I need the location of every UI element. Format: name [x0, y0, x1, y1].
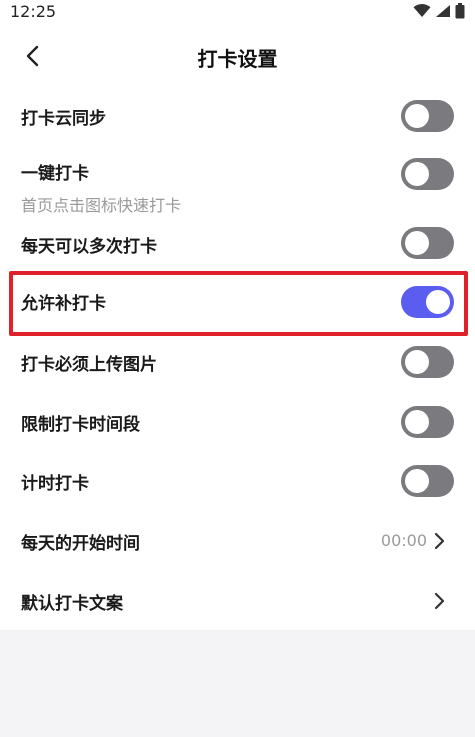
chevron-right-icon — [434, 532, 445, 550]
setting-label: 打卡云同步 — [21, 109, 106, 129]
setting-label: 允许补打卡 — [21, 294, 106, 314]
timed-toggle[interactable] — [401, 465, 454, 497]
start-time-value: 00:00 — [380, 531, 427, 550]
setting-row-one-key: 一键打卡 首页点击图标快速打卡 — [0, 150, 475, 216]
toggle-knob — [405, 410, 429, 434]
status-icons — [413, 2, 465, 20]
toggle-knob — [405, 104, 429, 128]
setting-label: 计时打卡 — [21, 474, 89, 494]
setting-row-upload-image: 打卡必须上传图片 — [0, 342, 475, 382]
toggle-knob — [426, 290, 450, 314]
setting-row-cloud-sync: 打卡云同步 — [0, 96, 475, 136]
page-title: 打卡设置 — [197, 47, 278, 71]
upload-image-toggle[interactable] — [401, 346, 454, 378]
setting-label: 默认打卡文案 — [21, 594, 123, 614]
cloud-sync-toggle[interactable] — [401, 100, 454, 132]
setting-label: 每天可以多次打卡 — [21, 237, 157, 257]
wifi-icon — [413, 4, 431, 17]
one-key-toggle[interactable] — [401, 158, 454, 190]
toggle-knob — [405, 231, 429, 255]
makeup-toggle[interactable] — [401, 286, 454, 318]
setting-sublabel: 首页点击图标快速打卡 — [21, 196, 182, 215]
battery-icon — [455, 3, 465, 19]
toggle-knob — [405, 469, 429, 493]
setting-label: 一键打卡 — [21, 164, 89, 184]
setting-label: 打卡必须上传图片 — [21, 355, 157, 375]
multiple-toggle[interactable] — [401, 227, 454, 259]
limit-time-toggle[interactable] — [401, 406, 454, 438]
setting-row-timed: 计时打卡 — [0, 461, 475, 501]
setting-row-multiple: 每天可以多次打卡 — [0, 222, 475, 262]
setting-label: 每天的开始时间 — [21, 534, 140, 554]
chevron-right-icon — [434, 592, 445, 610]
setting-row-limit-time: 限制打卡时间段 — [0, 402, 475, 442]
setting-row-makeup: 允许补打卡 — [0, 280, 475, 324]
toggle-knob — [405, 162, 429, 186]
status-time: 12:25 — [10, 2, 57, 21]
header: 打卡设置 — [0, 34, 475, 78]
setting-row-default-text[interactable]: 默认打卡文案 — [0, 581, 475, 621]
toggle-knob — [405, 350, 429, 374]
setting-label: 限制打卡时间段 — [21, 415, 140, 435]
status-bar: 12:25 — [0, 0, 475, 24]
signal-icon — [436, 5, 450, 17]
setting-row-start-time[interactable]: 每天的开始时间 00:00 — [0, 521, 475, 561]
